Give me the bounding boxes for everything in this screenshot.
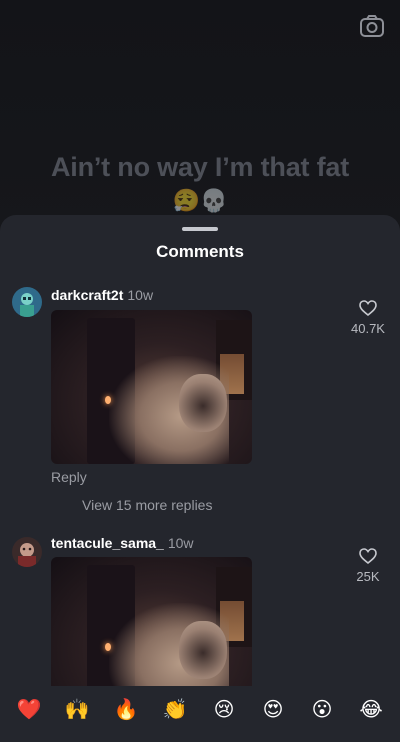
like-count: 25K bbox=[356, 569, 380, 584]
emoji-heart-eyes[interactable]: 😍 bbox=[257, 696, 289, 724]
like-button[interactable]: 25K bbox=[348, 548, 388, 584]
comment-time: 10w bbox=[167, 535, 194, 551]
emoji-reaction-bar: ❤️ 🙌 🔥 👏 😢 😍 😮 😂 bbox=[0, 686, 400, 742]
emoji-fire[interactable]: 🔥 bbox=[110, 696, 142, 724]
comment-header: darkcraft2t 10w bbox=[51, 287, 153, 303]
avatar[interactable] bbox=[12, 537, 42, 567]
comment-media[interactable] bbox=[51, 310, 252, 464]
like-count: 40.7K bbox=[351, 321, 385, 336]
emoji-heart[interactable]: ❤️ bbox=[13, 696, 45, 724]
video-caption-emojis: 😮‍💨💀 bbox=[172, 188, 228, 213]
emoji-laughing-face[interactable]: 😂 bbox=[355, 696, 387, 724]
camera-button[interactable] bbox=[359, 13, 385, 39]
camera-icon bbox=[360, 15, 384, 37]
emoji-raising-hands[interactable]: 🙌 bbox=[61, 696, 93, 724]
emoji-clapping-hands[interactable]: 👏 bbox=[159, 696, 191, 724]
comment-time: 10w bbox=[127, 287, 154, 303]
comments-title: Comments bbox=[156, 242, 244, 261]
comment-item: darkcraft2t 10w Reply View 15 more replie… bbox=[0, 287, 400, 522]
video-caption: Ain’t no way I’m that fat bbox=[50, 152, 349, 182]
comment-username[interactable]: darkcraft2t bbox=[51, 287, 123, 303]
reply-button[interactable]: Reply bbox=[51, 469, 87, 485]
heart-icon bbox=[359, 548, 377, 564]
heart-icon bbox=[359, 300, 377, 316]
comments-sheet: Comments darkcraft2t 10w Reply View 15 mo… bbox=[0, 215, 400, 742]
emoji-surprised-face[interactable]: 😮 bbox=[306, 696, 338, 724]
sheet-grabber[interactable] bbox=[182, 227, 218, 231]
comment-header: tentacule_sama_ 10w bbox=[51, 535, 194, 551]
view-more-replies-link[interactable]: View 15 more replies bbox=[82, 497, 212, 513]
comment-username[interactable]: tentacule_sama_ bbox=[51, 535, 164, 551]
avatar[interactable] bbox=[12, 287, 42, 317]
emoji-crying-face[interactable]: 😢 bbox=[208, 696, 240, 724]
like-button[interactable]: 40.7K bbox=[348, 300, 388, 336]
